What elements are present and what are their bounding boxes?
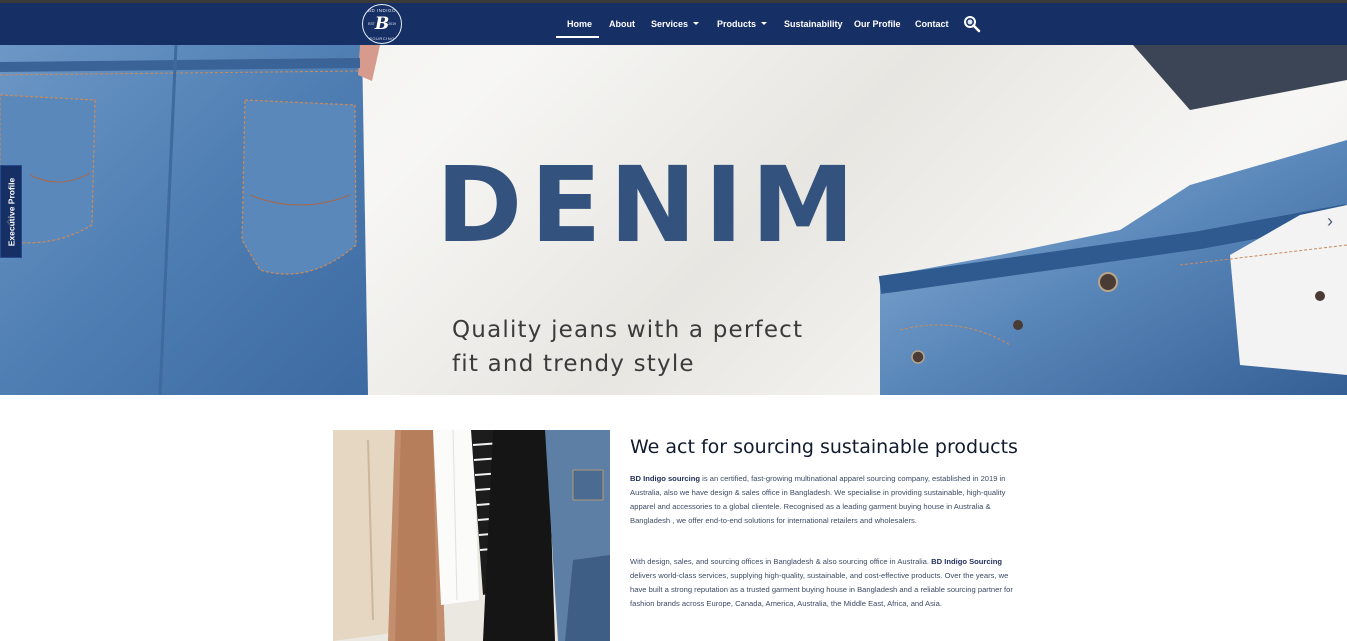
logo-top-text: BD INDIGO <box>367 8 396 13</box>
logo-monogram: B <box>374 14 390 34</box>
nav-about[interactable]: About <box>609 15 635 33</box>
hero-subtitle-line-2: fit and trendy style <box>452 351 695 377</box>
about-paragraph-1: BD Indigo sourcing is an certified, fast… <box>630 472 1025 528</box>
brand-name-text: BD Indigo Sourcing <box>931 557 1002 566</box>
hero-slider: DENIM Quality jeans with a perfect fit a… <box>0 45 1347 395</box>
clothing-rack-image <box>333 430 610 641</box>
logo-est-text: EST <box>368 22 375 26</box>
nav-products-label: Products <box>717 19 757 29</box>
chevron-down-icon <box>761 22 768 26</box>
nav-services-label: Services <box>651 19 689 29</box>
nav-contact[interactable]: Contact <box>915 15 949 33</box>
brand-name-text: BD Indigo sourcing <box>630 474 701 483</box>
brand-logo[interactable]: BD INDIGO EST B 2019 SOURCING <box>362 4 402 44</box>
main-navbar: BD INDIGO EST B 2019 SOURCING Home About… <box>0 3 1347 45</box>
search-icon[interactable] <box>963 15 981 33</box>
nav-home[interactable]: Home <box>567 15 592 33</box>
hero-title: DENIM <box>436 144 863 266</box>
logo-year-text: 2019 <box>388 22 396 26</box>
slider-next-arrow-icon[interactable]: › <box>1327 211 1333 232</box>
chevron-down-icon <box>693 22 700 26</box>
slider-prev-arrow-icon[interactable]: ‹ <box>6 211 12 232</box>
nav-services[interactable]: Services <box>651 15 700 33</box>
clothing-rack-illustration <box>333 430 610 641</box>
hero-subtitle: Quality jeans with a perfect fit and tre… <box>452 313 872 381</box>
nav-products[interactable]: Products <box>717 15 768 33</box>
hero-subtitle-line-1: Quality jeans with a perfect <box>452 317 804 343</box>
about-paragraph-2-text-b: delivers world-class services, supplying… <box>630 571 1013 608</box>
nav-our-profile[interactable]: Our Profile <box>854 15 901 33</box>
nav-sustainability[interactable]: Sustainability <box>784 15 843 33</box>
logo-bottom-text: SOURCING <box>369 36 395 41</box>
about-paragraph-2: With design, sales, and sourcing offices… <box>630 555 1025 611</box>
about-paragraph-2-text-a: With design, sales, and sourcing offices… <box>630 557 932 566</box>
active-nav-indicator <box>556 36 599 38</box>
about-section-title: We act for sourcing sustainable products <box>630 436 1018 458</box>
